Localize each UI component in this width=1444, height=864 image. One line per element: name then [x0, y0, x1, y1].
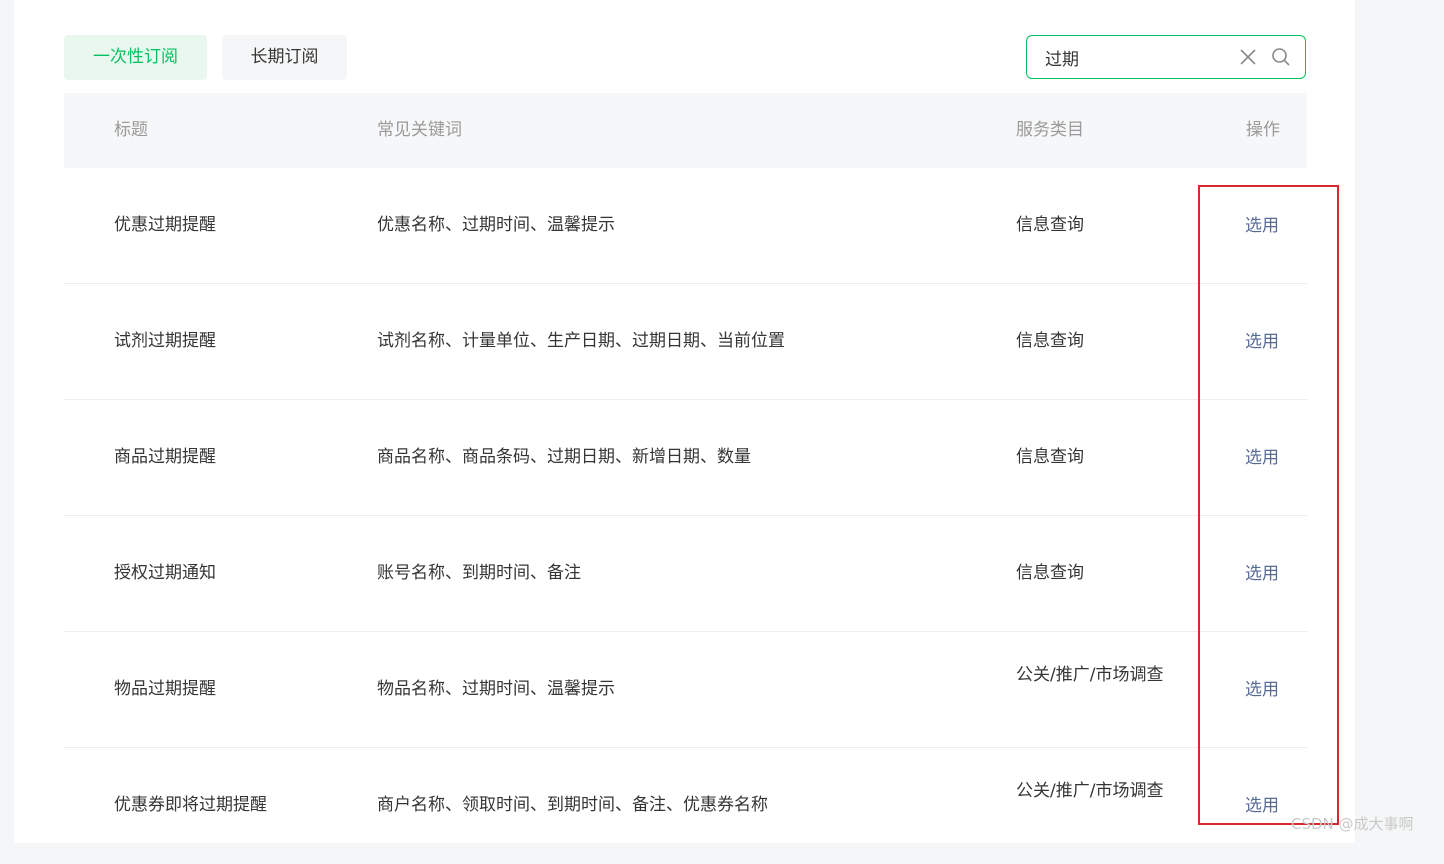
search-input[interactable]: [1045, 36, 1225, 78]
table-row: 试剂过期提醒 试剂名称、计量单位、生产日期、过期日期、当前位置 信息查询 选用: [64, 284, 1307, 400]
row-keywords: 商品名称、商品条码、过期日期、新增日期、数量: [377, 447, 751, 467]
row-title: 物品过期提醒: [114, 679, 216, 699]
select-link[interactable]: 选用: [1245, 329, 1279, 356]
row-keywords: 试剂名称、计量单位、生产日期、过期日期、当前位置: [377, 331, 785, 351]
row-title: 优惠过期提醒: [114, 215, 216, 235]
row-title: 商品过期提醒: [114, 447, 216, 467]
table-header: 标题 常见关键词 服务类目 操作: [64, 93, 1307, 168]
table-row: 商品过期提醒 商品名称、商品条码、过期日期、新增日期、数量 信息查询 选用: [64, 400, 1307, 516]
row-keywords: 账号名称、到期时间、备注: [377, 563, 581, 583]
row-category: 公关/推广/市场调查: [1016, 665, 1164, 685]
row-category: 信息查询: [1016, 215, 1084, 235]
table-row: 优惠过期提醒 优惠名称、过期时间、温馨提示 信息查询 选用: [64, 168, 1307, 284]
header-title: 标题: [114, 120, 148, 140]
row-category: 公关/推广/市场调查: [1016, 781, 1164, 801]
watermark: CSDN @成大事啊: [1291, 815, 1414, 833]
select-link[interactable]: 选用: [1245, 445, 1279, 472]
select-link[interactable]: 选用: [1245, 793, 1279, 820]
row-title: 授权过期通知: [114, 563, 216, 583]
row-keywords: 商户名称、领取时间、到期时间、备注、优惠券名称: [377, 795, 768, 815]
search-box: [1026, 35, 1306, 79]
table-row: 授权过期通知 账号名称、到期时间、备注 信息查询 选用: [64, 516, 1307, 632]
content-panel: 一次性订阅 长期订阅 标题 常见关键词 服务类目 操作 优惠过期提醒 优惠名称、…: [14, 0, 1355, 843]
table-row: 优惠券即将过期提醒 商户名称、领取时间、到期时间、备注、优惠券名称 公关/推广/…: [64, 748, 1307, 864]
row-title: 试剂过期提醒: [114, 331, 216, 351]
row-category: 信息查询: [1016, 563, 1084, 583]
select-link[interactable]: 选用: [1245, 677, 1279, 704]
select-link[interactable]: 选用: [1245, 561, 1279, 588]
row-keywords: 物品名称、过期时间、温馨提示: [377, 679, 615, 699]
search-icon[interactable]: [1271, 47, 1291, 67]
tab-long-term-subscription[interactable]: 长期订阅: [222, 35, 347, 80]
row-category: 信息查询: [1016, 331, 1084, 351]
header-action: 操作: [1246, 120, 1280, 140]
tab-one-time-subscription[interactable]: 一次性订阅: [64, 35, 207, 80]
row-keywords: 优惠名称、过期时间、温馨提示: [377, 215, 615, 235]
row-title: 优惠券即将过期提醒: [114, 795, 267, 815]
select-link[interactable]: 选用: [1245, 213, 1279, 240]
header-category: 服务类目: [1016, 120, 1084, 140]
table-row: 物品过期提醒 物品名称、过期时间、温馨提示 公关/推广/市场调查 选用: [64, 632, 1307, 748]
close-icon[interactable]: [1239, 48, 1257, 66]
row-category: 信息查询: [1016, 447, 1084, 467]
header-keywords: 常见关键词: [377, 120, 462, 140]
